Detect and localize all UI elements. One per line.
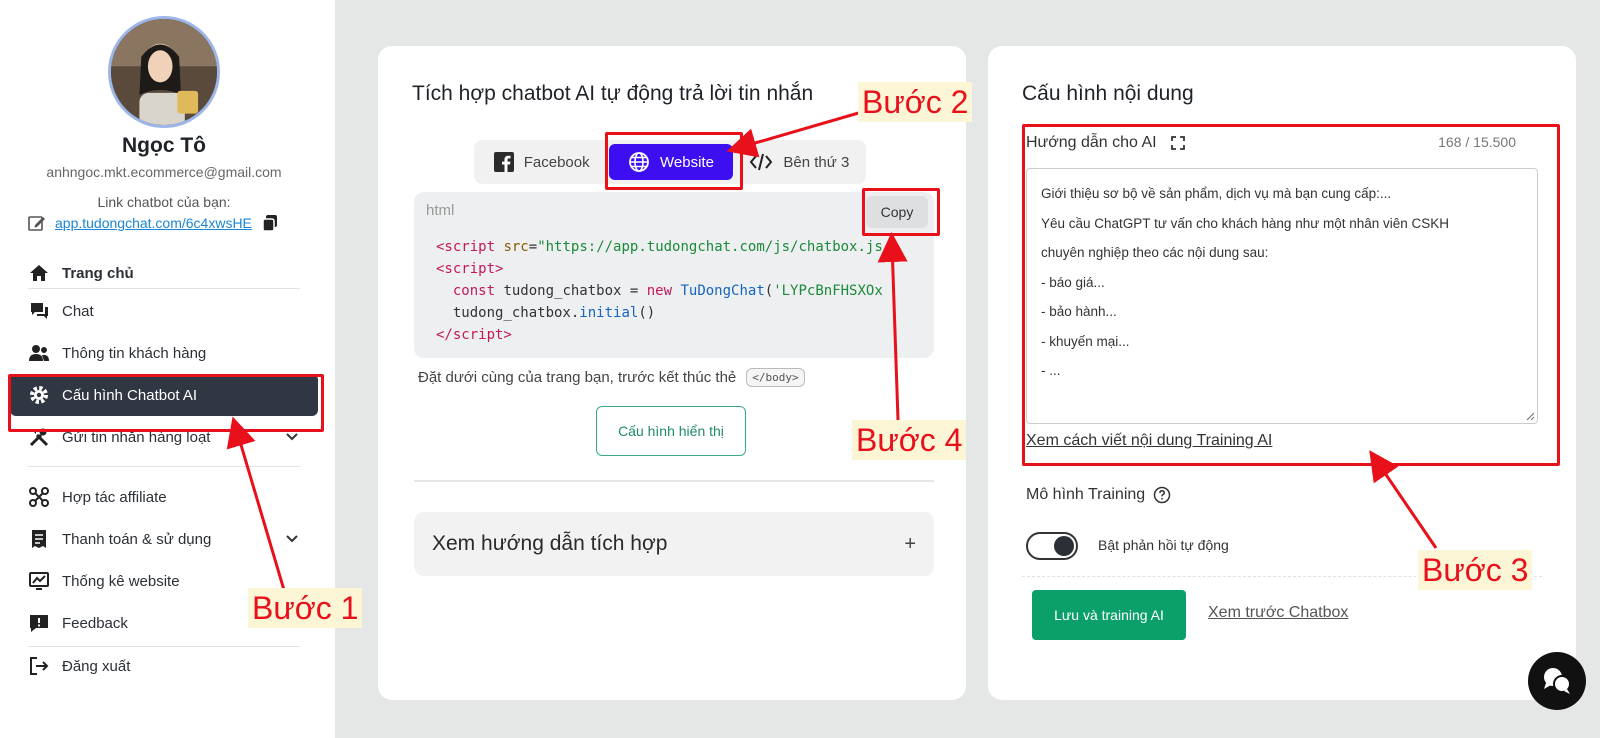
sidebar-item-label: Feedback <box>62 614 128 632</box>
section-divider <box>414 480 934 482</box>
plus-icon[interactable]: + <box>904 533 916 556</box>
chat-bubbles-icon <box>28 300 50 322</box>
tab-label: Bên thứ 3 <box>783 153 850 171</box>
avatar[interactable] <box>108 16 220 128</box>
home-icon <box>28 262 50 284</box>
integration-guide-accordion[interactable]: Xem hướng dẫn tích hợp + <box>414 512 934 576</box>
annotation-step2: Bước 2 <box>858 82 973 122</box>
code-chatbot-id: 'LYPcBnFHSXOx <box>773 283 883 299</box>
chat-widget-button[interactable] <box>1528 652 1586 710</box>
annotation-step4: Bước 4 <box>852 420 967 460</box>
save-and-train-button[interactable]: Lưu và training AI <box>1032 590 1186 640</box>
users-icon <box>28 342 50 364</box>
sidebar-item-label: Thanh toán & sử dụng <box>62 530 212 548</box>
display-config-button[interactable]: Cấu hình hiển thị <box>596 406 746 456</box>
facebook-icon <box>493 152 514 172</box>
avatar-photo <box>111 19 217 125</box>
sidebar-item-label: Đăng xuất <box>62 657 131 675</box>
nav-divider <box>28 466 300 467</box>
auto-reply-label: Bật phản hồi tự động <box>1098 537 1229 553</box>
training-model-label-row: Mô hình Training <box>1026 486 1171 504</box>
code-src-url: "https://app.tudongchat.com/js/chatbox.j… <box>537 239 883 255</box>
sidebar-item-label: Hợp tác affiliate <box>62 488 167 506</box>
embed-hint: Đặt dưới cùng của trang bạn, trước kết t… <box>418 368 805 387</box>
auto-reply-toggle[interactable] <box>1026 532 1078 560</box>
body-tag-badge: </body> <box>746 368 805 387</box>
chevron-down-icon[interactable] <box>284 530 300 546</box>
training-model-label: Mô hình Training <box>1026 486 1146 503</box>
annotation-box-step2 <box>605 132 743 190</box>
sidebar-item-customers[interactable]: Thông tin khách hàng <box>10 332 318 374</box>
embed-code-box: html Copy <script src="https://app.tudon… <box>414 192 934 358</box>
sidebar-item-billing[interactable]: Thanh toán & sử dụng <box>10 518 318 560</box>
embed-hint-text: Đặt dưới cùng của trang bạn, trước kết t… <box>418 369 737 386</box>
chatbot-link-row: app.tudongchat.com/6c4xwsHE <box>27 212 280 234</box>
toggle-knob <box>1054 536 1074 556</box>
annotation-step1: Bước 1 <box>248 588 363 628</box>
network-icon <box>28 486 50 508</box>
receipt-icon <box>28 528 50 550</box>
help-icon[interactable] <box>1153 486 1171 504</box>
annotation-box-step4 <box>862 188 940 236</box>
embed-code[interactable]: <script src="https://app.tudongchat.com/… <box>436 236 926 346</box>
sidebar-item-label: Chat <box>62 302 94 320</box>
chatbot-link-label: Link chatbot của bạn: <box>97 194 231 210</box>
chart-icon <box>28 570 50 592</box>
feedback-icon <box>28 612 50 634</box>
sidebar-item-label: Trang chủ <box>62 264 134 282</box>
code-language-label: html <box>426 202 455 219</box>
copy-icon[interactable] <box>260 213 280 233</box>
sidebar-item-label: Thống kê website <box>62 572 180 590</box>
sidebar-item-label: Thông tin khách hàng <box>62 344 207 362</box>
tab-label: Facebook <box>523 153 590 171</box>
annotation-step3: Bước 3 <box>1418 550 1533 590</box>
integration-title: Tích hợp chatbot AI tự động trả lời tin … <box>412 82 814 105</box>
sidebar-item-logout[interactable]: Đăng xuất <box>10 645 318 687</box>
logout-icon <box>28 655 50 677</box>
accordion-label: Xem hướng dẫn tích hợp <box>432 532 668 555</box>
chatbot-link-url[interactable]: app.tudongchat.com/6c4xwsHE <box>55 215 252 231</box>
edit-icon[interactable] <box>27 213 47 233</box>
annotation-box-step3 <box>1022 124 1560 466</box>
nav-divider <box>28 288 300 289</box>
content-config-title: Cấu hình nội dung <box>1022 82 1194 105</box>
sidebar-item-chat[interactable]: Chat <box>10 290 318 332</box>
chat-bubbles-icon <box>1544 668 1571 694</box>
user-name: Ngọc Tô <box>122 134 206 157</box>
annotation-box-step1 <box>8 374 324 432</box>
user-email: anhngoc.mkt.ecommerce@gmail.com <box>46 164 282 180</box>
tab-third-party[interactable]: Bên thứ 3 <box>737 144 862 180</box>
sidebar-item-affiliate[interactable]: Hợp tác affiliate <box>10 476 318 518</box>
preview-chatbox-link[interactable]: Xem trước Chatbox <box>1208 604 1348 622</box>
tab-facebook[interactable]: Facebook <box>478 144 605 180</box>
code-icon <box>750 153 773 171</box>
